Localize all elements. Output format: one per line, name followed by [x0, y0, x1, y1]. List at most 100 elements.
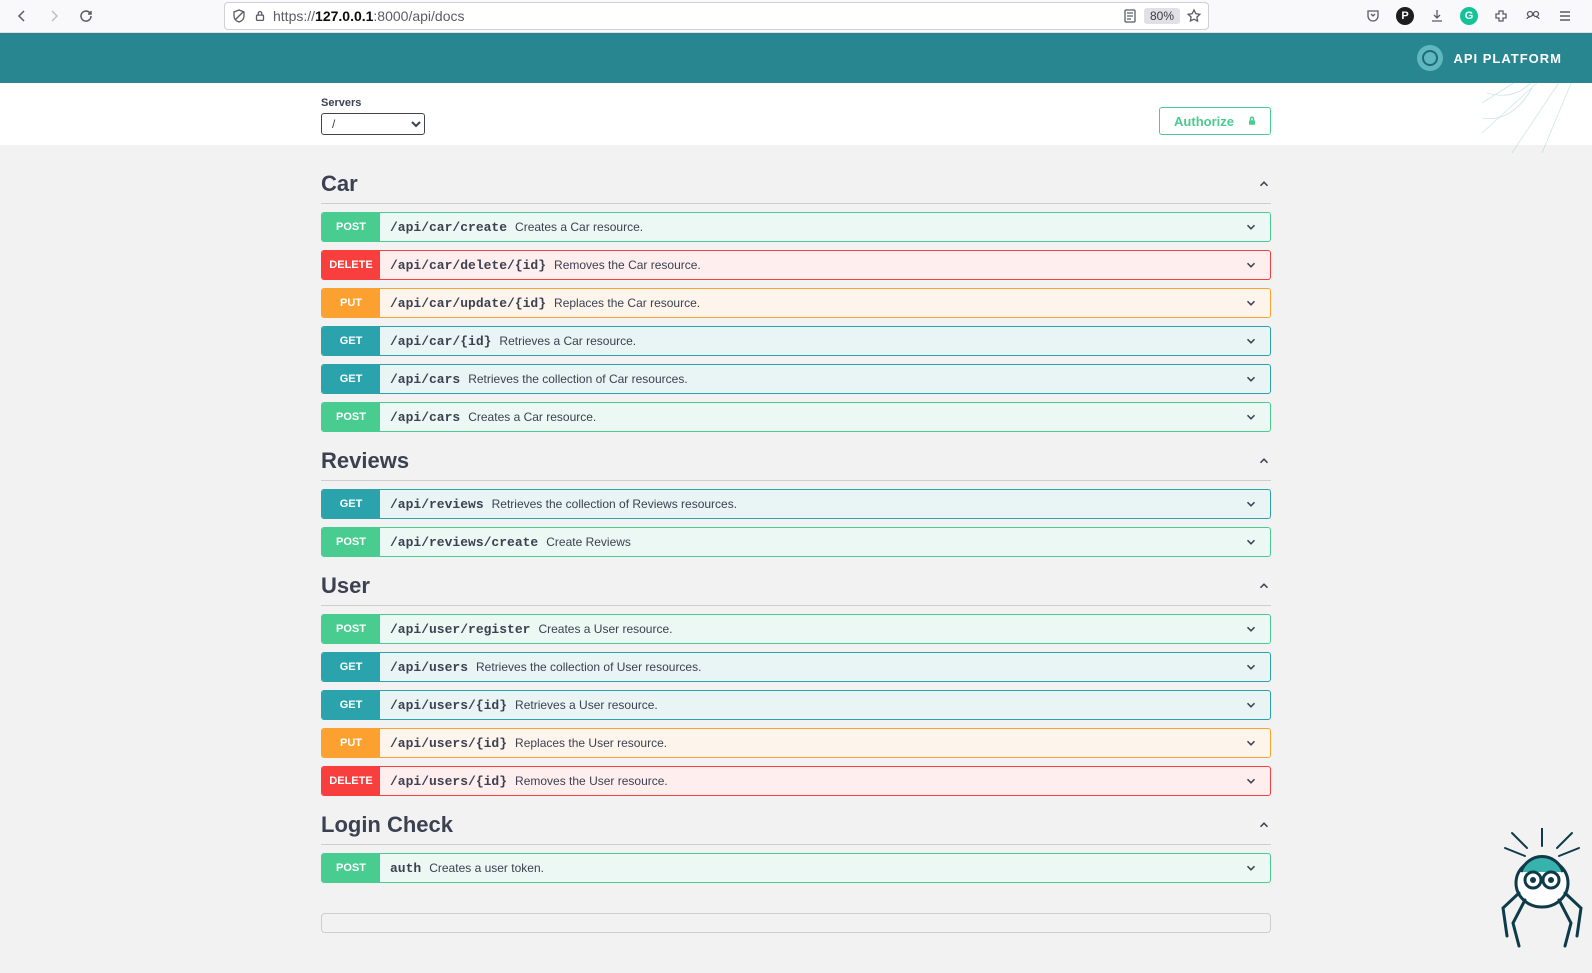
tag-title: Login Check	[321, 812, 453, 838]
operation-description: Creates a Car resource.	[515, 220, 643, 234]
operation-body: /api/carsCreates a Car resource.	[380, 410, 1232, 425]
lock-icon	[253, 9, 267, 23]
downloads-icon[interactable]	[1428, 7, 1446, 25]
brand-text: API PLATFORM	[1453, 51, 1562, 66]
forward-button[interactable]	[40, 2, 68, 30]
top-banner: API PLATFORM	[0, 33, 1592, 83]
operation-row[interactable]: GET/api/cars Retrieves the collection of …	[321, 364, 1271, 394]
chevron-down-icon	[1232, 861, 1270, 875]
chevron-down-icon	[1232, 410, 1270, 424]
chevron-down-icon	[1232, 774, 1270, 788]
operation-path: /api/users/{id}	[390, 698, 507, 713]
extension-p-icon[interactable]: P	[1396, 7, 1414, 25]
browser-right-icons: P G	[1364, 7, 1584, 25]
extension-g-icon[interactable]: G	[1460, 7, 1478, 25]
chevron-down-icon	[1232, 736, 1270, 750]
shield-icon	[231, 8, 247, 24]
account-icon[interactable]	[1524, 7, 1542, 25]
http-method-badge: POST	[322, 615, 380, 643]
extensions-icon[interactable]	[1492, 7, 1510, 25]
url-bar[interactable]: https://127.0.0.1:8000/api/docs 80%	[224, 2, 1209, 30]
brand-logo-icon	[1417, 45, 1443, 71]
operation-row[interactable]: POST/api/carsCreates a Car resource.	[321, 402, 1271, 432]
operation-row[interactable]: POST/api/reviews/createCreate Reviews	[321, 527, 1271, 557]
http-method-badge: GET	[322, 327, 380, 355]
http-method-badge: GET	[322, 365, 380, 393]
operation-path: /api/car/create	[390, 220, 507, 235]
operation-description: Create Reviews	[546, 535, 631, 549]
operation-body: /api/cars Retrieves the collection of Car…	[380, 372, 1232, 387]
chevron-up-icon	[1257, 818, 1271, 832]
tag-header[interactable]: User	[321, 565, 1271, 606]
http-method-badge: PUT	[322, 729, 380, 757]
operation-path: /api/car/update/{id}	[390, 296, 546, 311]
operation-description: Removes the User resource.	[515, 774, 668, 788]
tag-section: CarPOST/api/car/createCreates a Car reso…	[321, 163, 1271, 432]
http-method-badge: PUT	[322, 289, 380, 317]
operation-row[interactable]: POST/api/user/registerCreates a User res…	[321, 614, 1271, 644]
schemas-section[interactable]	[321, 913, 1271, 933]
operation-description: Replaces the Car resource.	[554, 296, 700, 310]
http-method-badge: POST	[322, 528, 380, 556]
operation-description: Retrieves the collection of Car resource…	[468, 372, 687, 386]
zoom-badge[interactable]: 80%	[1144, 8, 1180, 24]
operation-path: /api/users	[390, 660, 468, 675]
operation-row[interactable]: GET/api/users/{id} Retrieves a User resou…	[321, 690, 1271, 720]
brand[interactable]: API PLATFORM	[1417, 45, 1562, 71]
operation-path: /api/cars	[390, 410, 460, 425]
authorize-button[interactable]: Authorize	[1159, 107, 1271, 135]
servers-select[interactable]: /	[321, 113, 425, 135]
http-method-badge: GET	[322, 691, 380, 719]
operation-body: /api/car/update/{id} Replaces the Car res…	[380, 296, 1232, 311]
operation-row[interactable]: DELETE/api/car/delete/{id}Removes the Ca…	[321, 250, 1271, 280]
menu-icon[interactable]	[1556, 7, 1574, 25]
authorize-label: Authorize	[1174, 114, 1234, 129]
tag-section: User POST/api/user/registerCreates a User…	[321, 565, 1271, 796]
tag-title: User	[321, 573, 370, 599]
chevron-down-icon	[1232, 497, 1270, 511]
pocket-icon[interactable]	[1364, 7, 1382, 25]
chevron-down-icon	[1232, 220, 1270, 234]
operation-path: /api/cars	[390, 372, 460, 387]
operation-body: /api/reviews/createCreate Reviews	[380, 535, 1232, 550]
operation-row[interactable]: POSTauthCreates a user token.	[321, 853, 1271, 883]
operation-body: /api/reviewsRetrieves the collection of …	[380, 497, 1232, 512]
operation-row[interactable]: GET/api/car/{id}Retrieves a Car resource…	[321, 326, 1271, 356]
operation-row[interactable]: PUT/api/car/update/{id} Replaces the Car …	[321, 288, 1271, 318]
tag-header[interactable]: Login Check	[321, 804, 1271, 845]
chevron-down-icon	[1232, 622, 1270, 636]
tag-title: Reviews	[321, 448, 409, 474]
chevron-down-icon	[1232, 698, 1270, 712]
tag-header[interactable]: Car	[321, 163, 1271, 204]
operation-description: Creates a user token.	[429, 861, 544, 875]
tag-title: Car	[321, 171, 358, 197]
operation-description: Retrieves the collection of User resourc…	[476, 660, 701, 674]
tag-header[interactable]: Reviews	[321, 440, 1271, 481]
operation-row[interactable]: GET/api/reviewsRetrieves the collection …	[321, 489, 1271, 519]
operation-description: Removes the Car resource.	[554, 258, 701, 272]
chevron-up-icon	[1257, 177, 1271, 191]
reload-button[interactable]	[72, 2, 100, 30]
http-method-badge: POST	[322, 403, 380, 431]
operation-body: /api/user/registerCreates a User resourc…	[380, 622, 1232, 637]
operation-row[interactable]: PUT/api/users/{id}Replaces the User reso…	[321, 728, 1271, 758]
operation-description: Retrieves a User resource.	[515, 698, 658, 712]
back-button[interactable]	[8, 2, 36, 30]
operation-body: /api/users/{id}Replaces the User resourc…	[380, 736, 1232, 751]
operation-body: /api/users/{id} Retrieves a User resource…	[380, 698, 1232, 713]
operation-path: /api/user/register	[390, 622, 530, 637]
chevron-down-icon	[1232, 372, 1270, 386]
chevron-up-icon	[1257, 454, 1271, 468]
tag-section: Reviews GET/api/reviewsRetrieves the coll…	[321, 440, 1271, 557]
servers-bar: Servers / Authorize	[0, 83, 1592, 145]
operation-path: /api/users/{id}	[390, 736, 507, 751]
operation-row[interactable]: GET/api/usersRetrieves the collection of…	[321, 652, 1271, 682]
bookmark-icon[interactable]	[1186, 8, 1202, 24]
operation-row[interactable]: POST/api/car/createCreates a Car resourc…	[321, 212, 1271, 242]
operation-row[interactable]: DELETE/api/users/{id}Removes the User re…	[321, 766, 1271, 796]
operation-body: /api/car/delete/{id} Removes the Car reso…	[380, 258, 1232, 273]
operation-path: /api/car/{id}	[390, 334, 491, 349]
http-method-badge: DELETE	[322, 767, 380, 795]
operation-path: /api/car/delete/{id}	[390, 258, 546, 273]
reader-icon[interactable]	[1122, 8, 1138, 24]
